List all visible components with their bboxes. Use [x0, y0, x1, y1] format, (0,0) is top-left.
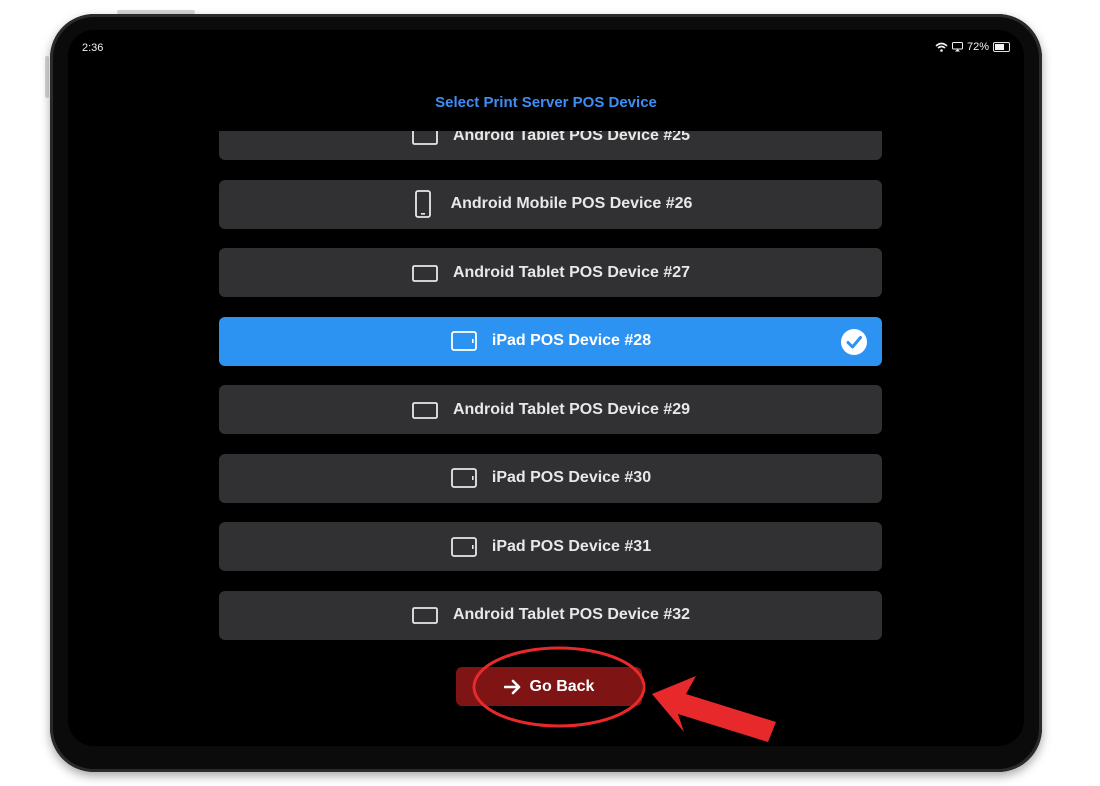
- device-row-content: Android Mobile POS Device #26: [409, 190, 693, 218]
- status-time: 2:36: [82, 42, 104, 54]
- tablet-landscape-icon: [411, 131, 439, 150]
- battery-percent: 72%: [966, 41, 989, 53]
- device-row[interactable]: Android Tablet POS Device #27: [219, 248, 882, 297]
- device-label: iPad POS Device #31: [491, 537, 652, 555]
- device-row[interactable]: Android Mobile POS Device #26: [219, 179, 882, 229]
- ipad-icon: [450, 464, 478, 492]
- device-list[interactable]: Android Tablet POS Device #25 Android Mob…: [218, 131, 884, 651]
- status-indicators: 72%: [935, 41, 1010, 53]
- ipad-icon: [450, 533, 478, 561]
- page-title: Select Print Server POS Device: [435, 94, 657, 111]
- device-row[interactable]: Android Tablet POS Device #25: [219, 131, 882, 160]
- tablet-landscape-icon: [411, 601, 439, 629]
- device-row-content: Android Tablet POS Device #29: [411, 396, 690, 424]
- battery-icon: [993, 42, 1010, 52]
- device-row-content: Android Tablet POS Device #32: [411, 601, 690, 629]
- device-label: iPad POS Device #28: [491, 332, 652, 349]
- ipad-icon: [450, 327, 478, 355]
- screen-mirroring-icon: [951, 42, 963, 52]
- device-row[interactable]: iPad POS Device #30: [219, 453, 882, 503]
- device-volume-button: [45, 56, 49, 98]
- device-row-content: Android Tablet POS Device #27: [411, 259, 690, 287]
- pointer-arrow-icon: [652, 676, 776, 742]
- device-label: Android Tablet POS Device #25: [452, 131, 691, 144]
- device-row-content: iPad POS Device #31: [450, 533, 651, 561]
- phone-icon: [409, 190, 437, 218]
- device-row[interactable]: iPad POS Device #31: [219, 522, 882, 571]
- device-label: iPad POS Device #30: [491, 469, 652, 486]
- device-row[interactable]: Android Tablet POS Device #32: [219, 590, 882, 640]
- wifi-icon: [935, 42, 948, 52]
- device-row-content: iPad POS Device #30: [450, 464, 651, 492]
- highlight-ellipse: [472, 646, 646, 728]
- device-row[interactable]: iPad POS Device #28: [219, 316, 882, 366]
- checkmark-icon: [840, 328, 868, 356]
- tablet-landscape-icon: [411, 259, 439, 287]
- device-label: Android Tablet POS Device #27: [452, 263, 691, 281]
- device-label: Android Mobile POS Device #26: [450, 195, 693, 212]
- device-row-content: iPad POS Device #28: [450, 327, 651, 355]
- device-label: Android Tablet POS Device #32: [452, 606, 691, 623]
- device-label: Android Tablet POS Device #29: [452, 400, 691, 418]
- device-row[interactable]: Android Tablet POS Device #29: [219, 385, 882, 434]
- device-row-content: Android Tablet POS Device #25: [411, 131, 690, 150]
- app-screen: 2:36 72% Select Print Server POS Device …: [68, 30, 1024, 746]
- tablet-landscape-icon: [411, 396, 439, 424]
